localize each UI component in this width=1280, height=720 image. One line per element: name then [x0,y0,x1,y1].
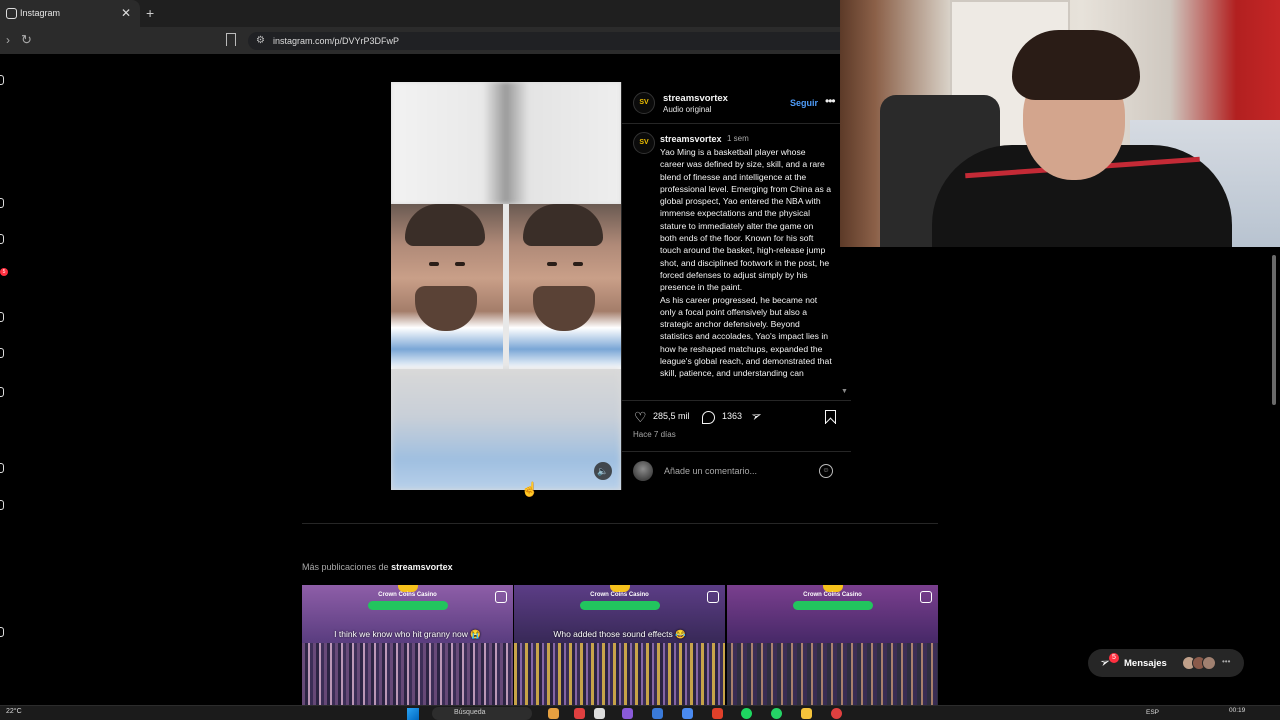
sidebar-reels-icon[interactable] [0,312,4,322]
messages-label: Mensajes [1124,658,1167,669]
url-field[interactable]: ⚙ instagram.com/p/DVYrP3DFwP [248,32,840,50]
sidebar-search-icon[interactable] [0,198,4,208]
scroll-down-icon[interactable]: ▼ [841,388,848,395]
taskbar-app-icon[interactable] [652,708,663,719]
taskbar-app-icon[interactable] [622,708,633,719]
video-frame [391,204,621,369]
thumbnail-promo-pill [580,601,660,610]
more-post-thumbnail[interactable]: Crown Coins Casino I think we know who h… [302,585,513,705]
more-posts-heading: Más publicaciones de streamsvortex [302,562,453,572]
windows-start-icon[interactable] [407,708,419,720]
follow-button[interactable]: Seguir [790,98,818,108]
chrome-icon[interactable] [831,708,842,719]
reload-icon[interactable]: ↻ [21,32,32,48]
message-avatar [1202,656,1216,670]
close-tab-icon[interactable]: ✕ [121,6,131,20]
post-video[interactable]: 🔈 [391,82,621,490]
taskbar-app-icon[interactable] [712,708,723,719]
thumbnail-caption: Who added those sound effects 😂 [553,629,686,639]
sidebar-home-icon[interactable] [0,75,4,85]
weather-widget[interactable]: 22°C [6,708,22,715]
thumbnail-promo-pill [793,601,873,610]
reel-icon [495,591,507,603]
post-actions: ♡ 285,5 mil 1363 ➢ Hace 7 días Añade un … [622,400,851,490]
reel-icon [707,591,719,603]
sidebar-create-icon[interactable] [0,463,4,473]
messages-badge: 5 [1109,653,1119,663]
add-comment-row: Añade un comentario... ☺ [622,451,851,491]
messages-button[interactable]: ➢ 5 Mensajes ••• [1088,649,1244,677]
thumbnail-promo-pill [368,601,448,610]
video-blurred-top [391,82,621,204]
section-divider [302,523,938,524]
heart-icon[interactable]: ♡ [634,409,647,426]
taskbar-app-icon[interactable] [594,708,605,719]
comment-input[interactable]: Añade un comentario... [664,466,757,476]
webcam-overlay-image [840,0,1280,247]
browser-tab-bar: Instagram ✕ + [0,0,840,27]
emoji-icon[interactable]: ☺ [819,464,833,478]
taskbar-app-icon[interactable] [574,708,585,719]
thumbnail-brand: Crown Coins Casino [378,592,437,598]
likes-count[interactable]: 285,5 mil [653,411,690,421]
posted-time: Hace 7 días [633,430,676,439]
author-avatar[interactable]: SV [633,92,655,114]
mute-toggle-button[interactable]: 🔈 [594,462,612,480]
more-icon: ••• [1222,657,1231,666]
whatsapp-icon[interactable] [771,708,782,719]
sidebar-more-icon[interactable] [0,627,4,637]
bookmark-icon[interactable] [226,33,236,46]
spotify-icon[interactable] [741,708,752,719]
thumbnail-brand: Crown Coins Casino [803,592,862,598]
taskbar-search-placeholder: Búsqueda [454,709,486,716]
video-blurred-bottom [391,369,621,490]
share-icon[interactable]: ➢ [749,407,765,426]
language-indicator[interactable]: ESP [1146,709,1159,716]
caption-time: 1 sem [727,134,749,143]
more-post-thumbnail[interactable]: Crown Coins Casino [727,585,938,705]
caption-username[interactable]: streamsvortex [660,134,722,144]
forward-icon[interactable]: › [6,33,10,47]
thumbnail-caption: I think we know who hit granny now 😭 [334,629,481,639]
player-face-image-left [391,204,503,369]
post-side-panel: SV streamsvortex Audio original Seguir •… [621,82,851,490]
player-face-image-right [509,204,621,369]
thumbnail-brand: Crown Coins Casino [590,592,649,598]
comments-count[interactable]: 1363 [722,411,742,421]
more-options-icon[interactable]: ••• [825,94,836,108]
author-username[interactable]: streamsvortex [663,93,728,104]
more-posts-prefix: Más publicaciones de [302,562,389,572]
site-info-icon[interactable]: ⚙ [256,35,265,46]
new-tab-button[interactable]: + [146,5,154,21]
taskbar-app-icon[interactable] [682,708,693,719]
sidebar-notifications-icon[interactable] [0,387,4,397]
current-user-avatar [633,461,653,481]
browser-tab[interactable]: Instagram ✕ [0,0,140,27]
save-icon[interactable] [825,410,836,424]
mouse-cursor-icon: ☝ [521,481,539,497]
caption-text: Yao Ming is a basketball player whose ca… [660,147,832,379]
audio-label[interactable]: Audio original [663,105,711,114]
page-scrollbar[interactable] [1272,255,1276,405]
url-text[interactable]: instagram.com/p/DVYrP3DFwP [273,36,399,46]
instagram-favicon-icon [6,8,17,19]
more-posts-username[interactable]: streamsvortex [391,562,453,572]
sidebar-explore-icon[interactable] [0,234,4,244]
taskbar-clock[interactable]: 00:19 [1229,707,1245,714]
comment-icon[interactable] [702,411,715,424]
taskbar-app-icon[interactable] [548,708,559,719]
sidebar-notification-badge: 5 [0,268,8,276]
folder-icon[interactable] [801,708,812,719]
more-post-thumbnail[interactable]: Crown Coins Casino Who added those sound… [514,585,725,705]
caption-avatar[interactable]: SV [633,132,655,154]
windows-taskbar: 22°C Búsqueda ESP 00:19 [0,705,1280,720]
reel-icon [920,591,932,603]
post-header: SV streamsvortex Audio original Seguir •… [622,82,851,124]
sidebar-messages-icon[interactable] [0,348,4,358]
sidebar-profile-icon[interactable] [0,500,4,510]
tab-title: Instagram [20,8,61,18]
taskbar-search[interactable]: Búsqueda [432,707,532,720]
